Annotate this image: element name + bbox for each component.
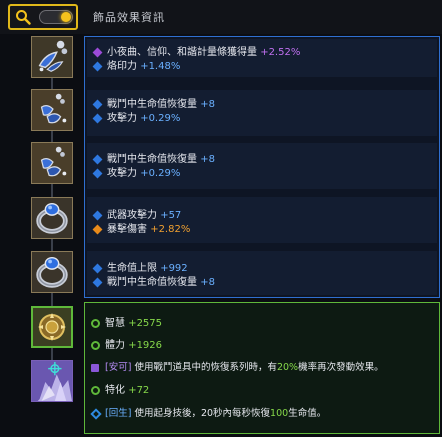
- effect-amount: 100: [270, 408, 289, 419]
- accessory-slot-necklace[interactable]: [31, 36, 73, 78]
- effect-label: 攻擊力: [107, 113, 137, 124]
- earring-icon: [32, 37, 72, 77]
- blue-diamond-icon: [92, 154, 103, 165]
- accessory-slot-earring-1[interactable]: [31, 89, 73, 131]
- orange-diamond-icon: [92, 224, 103, 235]
- blue-diamond-icon: [92, 210, 103, 221]
- accessory-column: [0, 34, 84, 437]
- effect-tag: [回生]: [105, 408, 132, 419]
- earring-icon: [32, 90, 72, 130]
- blue-diamond-icon: [92, 277, 103, 288]
- set-effects-panel: 智慧 +2575 體力 +1926 [安可] 使用戰鬥道具中的恢復系列時，有20…: [84, 302, 440, 434]
- stat-value: +72: [128, 385, 150, 396]
- effect-text: 使用起身技後，20秒內每秒恢復: [134, 408, 271, 419]
- ring-icon: [32, 198, 72, 238]
- purple-square-icon: [91, 364, 99, 372]
- crystal-icon: [32, 361, 72, 401]
- effect-tag: [安可]: [105, 362, 132, 373]
- effect-value: +0.29%: [140, 113, 181, 124]
- view-toggle-group[interactable]: [8, 4, 78, 30]
- effect-label: 戰鬥中生命值恢復量: [107, 154, 197, 165]
- accessory-slot-ability-stone[interactable]: [31, 306, 73, 348]
- blue-diamond-outline-icon: [90, 408, 102, 420]
- effect-value: +2.52%: [260, 47, 301, 58]
- effect-label: 攻擊力: [107, 168, 137, 179]
- stat-value: +2575: [128, 318, 163, 329]
- blue-diamond-icon: [92, 113, 103, 124]
- effect-text: 生命值。: [288, 408, 327, 419]
- effect-label: 戰鬥中生命值恢復量: [107, 99, 197, 110]
- effect-row-ring-1: 武器攻擊力 +57 暴擊傷害 +2.82%: [87, 197, 437, 243]
- effect-label: 戰鬥中生命值恢復量: [107, 277, 197, 288]
- stat-label: 特化: [105, 385, 125, 396]
- blue-diamond-icon: [92, 263, 103, 274]
- header-bar: 飾品效果資訊: [0, 0, 442, 34]
- accessory-effects-panel: 小夜曲、信仰、和諧計量條獲得量 +2.52% 烙印力 +1.48% 戰鬥中生命值…: [84, 36, 440, 298]
- ring-icon: [32, 252, 72, 292]
- blue-diamond-icon: [92, 99, 103, 110]
- effect-value: +0.29%: [140, 168, 181, 179]
- toggle-switch[interactable]: [39, 10, 73, 24]
- effect-label: 暴擊傷害: [107, 224, 147, 235]
- effect-row-earring-2: 戰鬥中生命值恢復量 +8 攻擊力 +0.29%: [87, 143, 437, 189]
- purple-diamond-icon: [92, 47, 103, 58]
- effect-label: 烙印力: [107, 61, 137, 72]
- amulet-icon: [33, 308, 71, 346]
- effect-value: +8: [200, 99, 215, 110]
- effect-value: +8: [200, 277, 215, 288]
- effect-row-necklace: 小夜曲、信仰、和諧計量條獲得量 +2.52% 烙印力 +1.48%: [87, 39, 437, 77]
- earring-icon: [32, 143, 72, 183]
- effect-value: +2.82%: [150, 224, 191, 235]
- accessory-slot-bracelet[interactable]: [31, 360, 73, 402]
- toggle-knob: [61, 12, 71, 22]
- stat-label: 智慧: [105, 318, 125, 329]
- effect-value: +57: [160, 210, 182, 221]
- blue-diamond-icon: [92, 168, 103, 179]
- effect-text: 使用戰鬥道具中的恢復系列時，有: [134, 362, 277, 373]
- effect-value: +8: [200, 154, 215, 165]
- accessory-slot-earring-2[interactable]: [31, 142, 73, 184]
- stat-label: 體力: [105, 340, 125, 351]
- stat-value: +1926: [128, 340, 163, 351]
- effect-row-ring-2: 生命值上限 +992 戰鬥中生命值恢復量 +8: [87, 251, 437, 295]
- search-icon[interactable]: [15, 9, 31, 25]
- effect-value: +992: [160, 263, 188, 274]
- effect-value: +1.48%: [140, 61, 181, 72]
- green-circle-icon: [91, 341, 100, 350]
- accessory-slot-ring-2[interactable]: [31, 251, 73, 293]
- effect-chance: 20%: [276, 362, 299, 373]
- accessory-slot-ring-1[interactable]: [31, 197, 73, 239]
- effect-label: 武器攻擊力: [107, 210, 157, 221]
- effect-row-earring-1: 戰鬥中生命值恢復量 +8 攻擊力 +0.29%: [87, 90, 437, 136]
- effect-label: 生命值上限: [107, 263, 157, 274]
- green-circle-icon: [91, 386, 100, 395]
- effect-text: 機率再次發動效果。: [298, 362, 384, 373]
- blue-diamond-icon: [92, 61, 103, 72]
- page-title: 飾品效果資訊: [93, 11, 165, 24]
- effect-label: 小夜曲、信仰、和諧計量條獲得量: [107, 47, 257, 58]
- green-circle-icon: [91, 319, 100, 328]
